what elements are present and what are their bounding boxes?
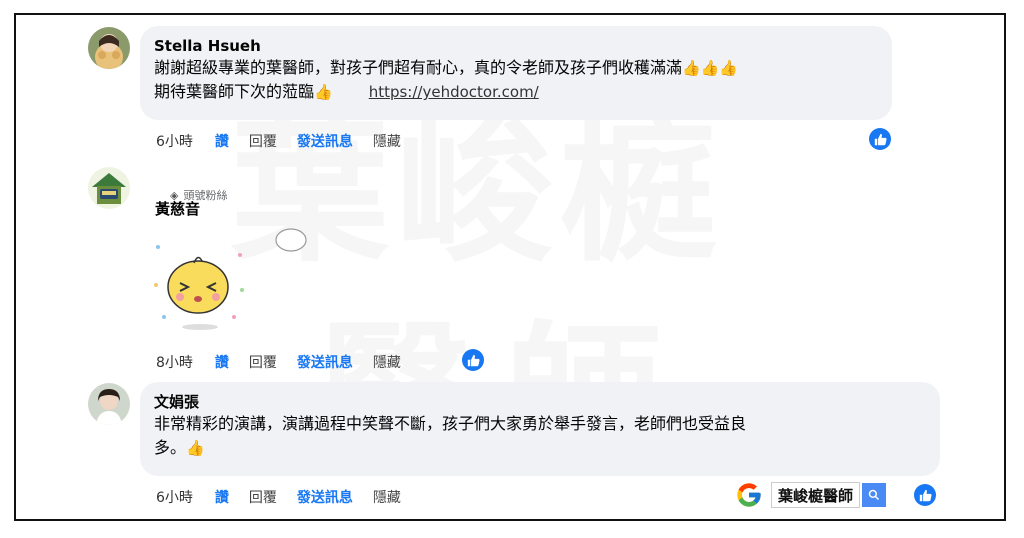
comment-bubble-1: Stella Hsueh 謝謝超級專業的葉醫師，對孩子們超有耐心，真的令老師及孩… [140, 26, 892, 120]
thumbs-up-icon [462, 349, 484, 371]
avatar-wenjuan[interactable] [88, 383, 130, 425]
hide-button[interactable]: 隱藏 [373, 487, 401, 507]
reply-button[interactable]: 回覆 [249, 487, 277, 507]
hide-button[interactable]: 隱藏 [373, 131, 401, 151]
comment-link[interactable]: https://yehdoctor.com/ [369, 83, 539, 101]
avatar-stella[interactable] [88, 27, 130, 69]
comment-author[interactable]: Stella Hsueh [154, 36, 878, 56]
comment-text-line2: 期待葉醫師下次的蒞臨👍 https://yehdoctor.com/ [154, 80, 878, 104]
comment-time[interactable]: 6小時 [156, 131, 193, 151]
comment-actions-2: 8小時 讚 回覆 發送訊息 隱藏 [156, 352, 421, 372]
comment-text: 謝謝超級專業的葉醫師，對孩子們超有耐心，真的令老師及孩子們收穫滿滿👍👍👍 [154, 56, 878, 80]
thumbs-up-emoji: 👍 [314, 83, 333, 101]
magnifier-icon [868, 489, 880, 501]
comment-actions-1: 6小時 讚 回覆 發送訊息 隱藏 [156, 131, 421, 151]
thumbs-up-icon [869, 128, 891, 150]
comment-author[interactable]: 文娟張 [154, 392, 926, 412]
reply-button[interactable]: 回覆 [249, 131, 277, 151]
comment-author[interactable]: 黃慈音 [155, 199, 200, 219]
loading-circle-icon [274, 227, 307, 252]
comment-actions-3: 6小時 讚 回覆 發送訊息 隱藏 [156, 487, 421, 507]
like-button[interactable]: 讚 [215, 131, 229, 151]
comment-line2: 期待葉醫師下次的蒞臨 [154, 82, 315, 101]
search-input[interactable]: 葉峻榳醫師 [771, 482, 861, 508]
sticker-image[interactable] [150, 235, 250, 335]
google-search-bar: 葉峻榳醫師 [735, 481, 887, 509]
google-g-logo [735, 481, 763, 509]
send-message-button[interactable]: 發送訊息 [297, 487, 353, 507]
send-message-button[interactable]: 發送訊息 [297, 131, 353, 151]
like-button[interactable]: 讚 [215, 352, 229, 372]
comment-line1: 謝謝超級專業的葉醫師，對孩子們超有耐心，真的令老師及孩子們收穫滿滿 [154, 58, 683, 77]
like-button[interactable]: 讚 [215, 487, 229, 507]
thumbs-up-emoji: 👍👍👍 [682, 59, 739, 77]
comment-text-line2: 多。👍 [154, 436, 926, 460]
send-message-button[interactable]: 發送訊息 [297, 352, 353, 372]
comment-line1: 非常精彩的演講，演講過程中笑聲不斷，孩子們大家勇於舉手發言，老師們也受益良 [154, 414, 747, 433]
comment-bubble-3: 文娟張 非常精彩的演講，演講過程中笑聲不斷，孩子們大家勇於舉手發言，老師們也受益… [140, 382, 940, 476]
avatar-fan[interactable] [88, 167, 130, 209]
hide-button[interactable]: 隱藏 [373, 352, 401, 372]
screenshot-frame: 葉峻榳 醫師 Stella Hsueh 謝謝超級專業的葉醫師，對孩子們超有耐心，… [14, 13, 1006, 521]
comment-time[interactable]: 8小時 [156, 352, 193, 372]
comment-time[interactable]: 6小時 [156, 487, 193, 507]
thumbs-up-icon [914, 484, 936, 506]
thumbs-up-emoji: 👍 [186, 439, 205, 457]
search-button[interactable] [862, 483, 887, 507]
reply-button[interactable]: 回覆 [249, 352, 277, 372]
comment-line2: 多。 [154, 438, 187, 457]
